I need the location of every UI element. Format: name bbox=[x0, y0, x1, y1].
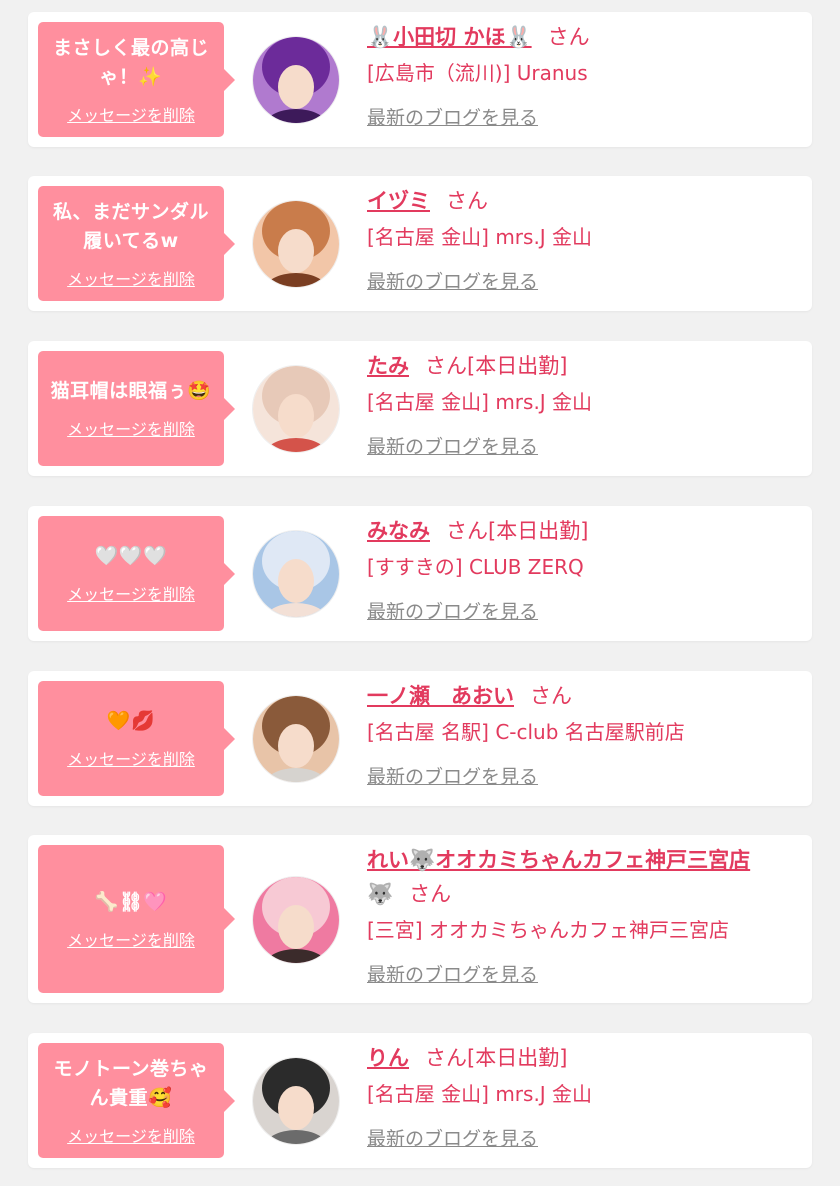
shop-label: [名古屋 名駅] C-club 名古屋駅前店 bbox=[367, 720, 685, 744]
message-bubble: 猫耳帽は眼福ぅ🤩 メッセージを削除 bbox=[38, 351, 235, 466]
cast-info: 🐰小田切 かほ🐰 さん [広島市（流川)] Uranus 最新のブログを見る bbox=[367, 20, 794, 130]
avatar-image bbox=[253, 366, 339, 452]
avatar[interactable] bbox=[252, 365, 340, 453]
avatar[interactable] bbox=[252, 876, 340, 964]
avatar[interactable] bbox=[252, 530, 340, 618]
cast-info: みなみ さん[本日出勤] [すすきの] CLUB ZERQ 最新のブログを見る bbox=[367, 514, 794, 624]
message-card: 猫耳帽は眼福ぅ🤩 メッセージを削除 たみ さん[本日出勤] [名古屋 金山] mr… bbox=[28, 341, 812, 476]
cast-name-link[interactable]: りん bbox=[367, 1046, 409, 1070]
message-text: 猫耳帽は眼福ぅ🤩 bbox=[50, 380, 212, 402]
shop-label: [すすきの] CLUB ZERQ bbox=[367, 555, 584, 579]
delete-message-link[interactable]: メッセージを削除 bbox=[67, 266, 195, 290]
message-text: 🤍🤍🤍 bbox=[94, 545, 168, 567]
latest-blog-link[interactable]: 最新のブログを見る bbox=[367, 762, 538, 789]
name-suffix: さん[本日出勤] bbox=[425, 354, 568, 378]
latest-blog-link[interactable]: 最新のブログを見る bbox=[367, 1124, 538, 1151]
avatar[interactable] bbox=[252, 1057, 340, 1145]
cast-info: 一ノ瀬 あおい さん [名古屋 名駅] C-club 名古屋駅前店 最新のブログを… bbox=[367, 679, 794, 789]
delete-message-link[interactable]: メッセージを削除 bbox=[67, 927, 195, 951]
name-suffix: さん[本日出勤] bbox=[446, 519, 589, 543]
shop-label: [名古屋 金山] mrs.J 金山 bbox=[367, 225, 593, 249]
message-bubble: 🤍🤍🤍 メッセージを削除 bbox=[38, 516, 235, 631]
message-bubble: 私、まだサンダル履いてるw メッセージを削除 bbox=[38, 186, 235, 301]
message-text: 🦴⛓🩷 bbox=[94, 890, 168, 913]
avatar-image bbox=[253, 877, 339, 963]
latest-blog-link[interactable]: 最新のブログを見る bbox=[367, 432, 538, 459]
cast-name-link[interactable]: れい🐺オオカミちゃんカフェ神戸三宮店 bbox=[367, 848, 750, 872]
cast-info: れい🐺オオカミちゃんカフェ神戸三宮店 🐺 さん [三宮] オオカミちゃんカフェ神戸… bbox=[367, 843, 794, 987]
message-card: 🧡💋 メッセージを削除 一ノ瀬 あおい さん [名古屋 名駅] C-club 名古… bbox=[28, 671, 812, 806]
name-suffix: さん bbox=[547, 25, 590, 49]
cast-name-link[interactable]: みなみ bbox=[367, 519, 430, 543]
message-bubble: モノトーン巻ちゃん貴重🥰 メッセージを削除 bbox=[38, 1043, 235, 1158]
wolf-icon: 🐺 bbox=[367, 882, 394, 906]
message-bubble: 🦴⛓🩷 メッセージを削除 bbox=[38, 845, 235, 993]
cast-info: イヅミ さん [名古屋 金山] mrs.J 金山 最新のブログを見る bbox=[367, 184, 794, 294]
avatar-image bbox=[253, 696, 339, 782]
shop-label: [三宮] オオカミちゃんカフェ神戸三宮店 bbox=[367, 918, 729, 942]
avatar-image bbox=[253, 201, 339, 287]
latest-blog-link[interactable]: 最新のブログを見る bbox=[367, 597, 538, 624]
delete-message-link[interactable]: メッセージを削除 bbox=[67, 746, 195, 770]
avatar[interactable] bbox=[252, 36, 340, 124]
shop-label: [名古屋 金山] mrs.J 金山 bbox=[367, 390, 593, 414]
message-card: 🦴⛓🩷 メッセージを削除 れい🐺オオカミちゃんカフェ神戸三宮店 🐺 さん [三宮]… bbox=[28, 835, 812, 1003]
name-suffix: さん bbox=[409, 882, 452, 906]
latest-blog-link[interactable]: 最新のブログを見る bbox=[367, 103, 538, 130]
message-text: まさしく最の高じゃ！✨ bbox=[52, 36, 209, 88]
message-card: モノトーン巻ちゃん貴重🥰 メッセージを削除 りん さん[本日出勤] [名古屋 金山… bbox=[28, 1033, 812, 1168]
cast-info: たみ さん[本日出勤] [名古屋 金山] mrs.J 金山 最新のブログを見る bbox=[367, 349, 794, 459]
delete-message-link[interactable]: メッセージを削除 bbox=[67, 416, 195, 440]
avatar-image bbox=[253, 1058, 339, 1144]
message-bubble: まさしく最の高じゃ！✨ メッセージを削除 bbox=[38, 22, 235, 137]
cast-name-link[interactable]: イヅミ bbox=[367, 189, 430, 213]
name-suffix: さん bbox=[530, 684, 572, 708]
shop-label: [広島市（流川)] Uranus bbox=[367, 61, 588, 85]
cast-name-link[interactable]: 一ノ瀬 あおい bbox=[367, 684, 514, 708]
name-suffix: さん bbox=[446, 189, 488, 213]
delete-message-link[interactable]: メッセージを削除 bbox=[67, 1123, 195, 1147]
message-card: 私、まだサンダル履いてるw メッセージを削除 イヅミ さん [名古屋 金山] mr… bbox=[28, 176, 812, 311]
message-card: まさしく最の高じゃ！✨ メッセージを削除 🐰小田切 かほ🐰 さん [広島市（流川)… bbox=[28, 12, 812, 147]
latest-blog-link[interactable]: 最新のブログを見る bbox=[367, 267, 538, 294]
cast-info: りん さん[本日出勤] [名古屋 金山] mrs.J 金山 最新のブログを見る bbox=[367, 1041, 794, 1151]
cast-name-link[interactable]: 🐰小田切 かほ🐰 bbox=[367, 25, 532, 49]
message-text: モノトーン巻ちゃん貴重🥰 bbox=[53, 1057, 209, 1109]
message-text: 🧡💋 bbox=[106, 710, 156, 732]
avatar[interactable] bbox=[252, 200, 340, 288]
shop-label: [名古屋 金山] mrs.J 金山 bbox=[367, 1082, 593, 1106]
name-suffix: さん[本日出勤] bbox=[425, 1046, 568, 1070]
message-card: 🤍🤍🤍 メッセージを削除 みなみ さん[本日出勤] [すすきの] CLUB ZER… bbox=[28, 506, 812, 641]
message-list: まさしく最の高じゃ！✨ メッセージを削除 🐰小田切 かほ🐰 さん [広島市（流川)… bbox=[0, 0, 840, 1186]
message-text: 私、まだサンダル履いてるw bbox=[52, 200, 209, 252]
avatar-image bbox=[253, 531, 339, 617]
delete-message-link[interactable]: メッセージを削除 bbox=[67, 102, 195, 126]
avatar-image bbox=[253, 37, 339, 123]
message-bubble: 🧡💋 メッセージを削除 bbox=[38, 681, 235, 796]
cast-name-link[interactable]: たみ bbox=[367, 354, 409, 378]
latest-blog-link[interactable]: 最新のブログを見る bbox=[367, 960, 538, 987]
delete-message-link[interactable]: メッセージを削除 bbox=[67, 581, 195, 605]
avatar[interactable] bbox=[252, 695, 340, 783]
